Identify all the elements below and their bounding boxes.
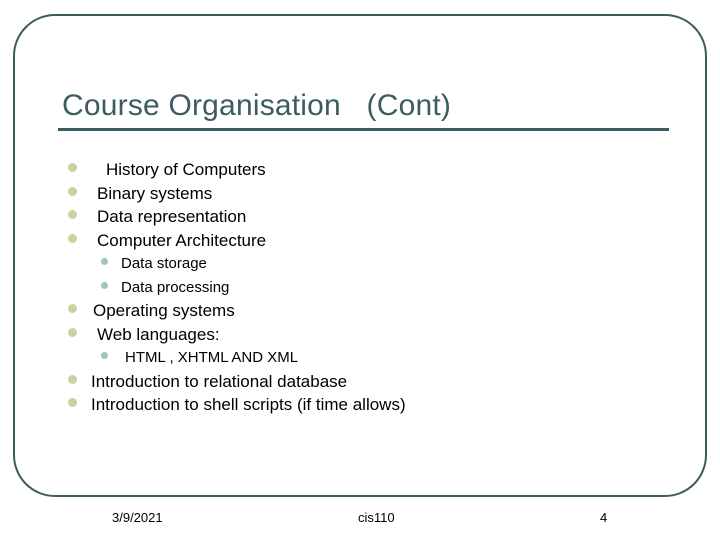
sub-list-item-label: HTML , XHTML AND XML <box>125 349 299 366</box>
sub-list-item-label: Data storage <box>121 255 207 272</box>
list-item: Web languages: <box>68 323 658 347</box>
bullet-icon <box>68 233 77 243</box>
page-title: Course Organisation (Cont) <box>62 89 452 122</box>
sub-bullet-icon <box>101 352 108 359</box>
sub-bullet-icon <box>101 258 108 265</box>
list-item-label: Computer Architecture <box>97 230 267 250</box>
sub-list-item-label: Data processing <box>121 278 230 296</box>
sub-list-item: Data storage <box>68 252 658 276</box>
title-underline-rule <box>58 128 669 131</box>
sub-bullet-icon <box>101 281 108 289</box>
footer-page-number: 4 <box>600 510 608 525</box>
list-item: Introduction to relational database <box>68 370 658 394</box>
list-item-label: Data representation <box>97 207 247 226</box>
list-item: Binary systems <box>68 182 658 206</box>
list-item: History of Computers <box>68 158 658 182</box>
list-item-label: Binary systems <box>97 183 213 203</box>
list-item-label: Introduction to shell scripts (if time a… <box>91 395 406 414</box>
bullet-icon <box>68 210 77 219</box>
bullet-icon <box>68 304 77 313</box>
list-item-label: Web languages: <box>97 324 220 344</box>
list-item: Introduction to shell scripts (if time a… <box>68 393 658 417</box>
list-item-label: Operating systems <box>93 301 235 320</box>
slide-title-block: Course Organisation (Cont) <box>58 88 670 131</box>
footer-date: 3/9/2021 <box>112 510 163 525</box>
slide: Course Organisation (Cont) History of Co… <box>0 0 720 540</box>
content-bullet-list: History of Computers Binary systems Data… <box>68 158 658 417</box>
bullet-icon <box>68 327 77 337</box>
sub-list-item: Data processing <box>68 276 658 300</box>
slide-footer: 3/9/2021 cis110 4 <box>0 507 720 529</box>
sub-list-item: HTML , XHTML AND XML <box>68 346 658 370</box>
list-item: Data representation <box>68 205 658 229</box>
bullet-icon <box>68 186 77 196</box>
footer-course-label: cis110 <box>358 510 395 525</box>
list-item-label: History of Computers <box>106 160 266 179</box>
list-item: Operating systems <box>68 299 658 323</box>
list-item-label: Introduction to relational database <box>91 371 348 391</box>
bullet-icon <box>68 163 77 172</box>
list-item: Computer Architecture <box>68 229 658 253</box>
bullet-icon <box>68 374 77 384</box>
bullet-icon <box>68 398 77 407</box>
